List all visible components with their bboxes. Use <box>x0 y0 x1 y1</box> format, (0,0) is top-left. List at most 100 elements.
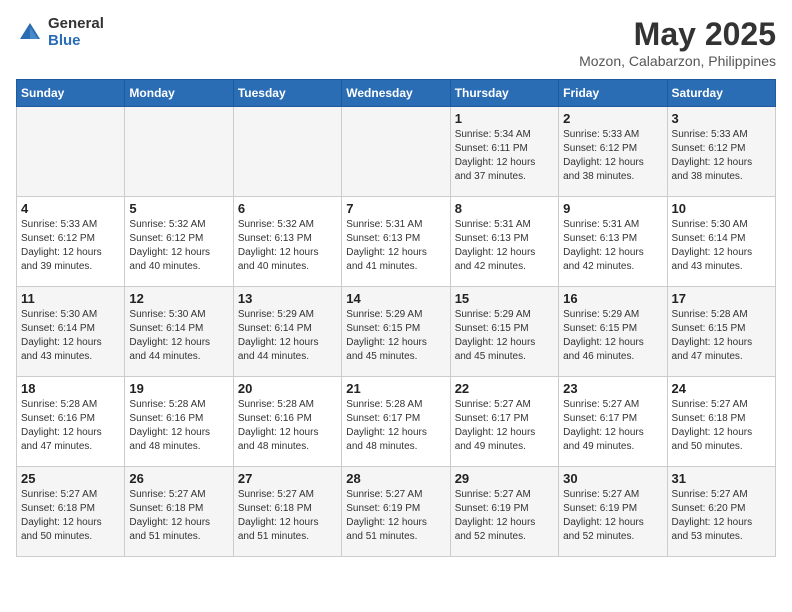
header-day: Thursday <box>450 80 558 107</box>
day-number: 3 <box>672 111 771 126</box>
day-info: Sunrise: 5:31 AM Sunset: 6:13 PM Dayligh… <box>346 218 445 274</box>
day-info: Sunrise: 5:33 AM Sunset: 6:12 PM Dayligh… <box>563 128 662 184</box>
day-number: 4 <box>21 201 120 216</box>
day-info: Sunrise: 5:27 AM Sunset: 6:18 PM Dayligh… <box>672 398 771 454</box>
calendar-cell: 12 Sunrise: 5:30 AM Sunset: 6:14 PM Dayli… <box>125 287 233 377</box>
calendar-cell: 18 Sunrise: 5:28 AM Sunset: 6:16 PM Dayli… <box>17 377 125 467</box>
day-info: Sunrise: 5:29 AM Sunset: 6:15 PM Dayligh… <box>563 308 662 364</box>
calendar-week: 11 Sunrise: 5:30 AM Sunset: 6:14 PM Dayli… <box>17 287 776 377</box>
calendar-body: 1Sunrise: 5:34 AM Sunset: 6:11 PM Daylig… <box>17 107 776 557</box>
day-info: Sunrise: 5:31 AM Sunset: 6:13 PM Dayligh… <box>563 218 662 274</box>
day-info: Sunrise: 5:30 AM Sunset: 6:14 PM Dayligh… <box>21 308 120 364</box>
day-number: 16 <box>563 291 662 306</box>
day-info: Sunrise: 5:34 AM Sunset: 6:11 PM Dayligh… <box>455 128 554 184</box>
day-number: 28 <box>346 471 445 486</box>
day-number: 26 <box>129 471 228 486</box>
day-number: 29 <box>455 471 554 486</box>
calendar-cell: 15 Sunrise: 5:29 AM Sunset: 6:15 PM Dayli… <box>450 287 558 377</box>
calendar-cell: 13 Sunrise: 5:29 AM Sunset: 6:14 PM Dayli… <box>233 287 341 377</box>
header-day: Monday <box>125 80 233 107</box>
day-info: Sunrise: 5:33 AM Sunset: 6:12 PM Dayligh… <box>672 128 771 184</box>
day-info: Sunrise: 5:28 AM Sunset: 6:16 PM Dayligh… <box>21 398 120 454</box>
day-number: 7 <box>346 201 445 216</box>
day-number: 8 <box>455 201 554 216</box>
day-info: Sunrise: 5:28 AM Sunset: 6:16 PM Dayligh… <box>129 398 228 454</box>
day-number: 18 <box>21 381 120 396</box>
header-day: Tuesday <box>233 80 341 107</box>
header-row: SundayMondayTuesdayWednesdayThursdayFrid… <box>17 80 776 107</box>
day-number: 5 <box>129 201 228 216</box>
logo-general: General <box>48 16 104 33</box>
day-number: 12 <box>129 291 228 306</box>
calendar-cell: 11 Sunrise: 5:30 AM Sunset: 6:14 PM Dayli… <box>17 287 125 377</box>
day-number: 9 <box>563 201 662 216</box>
day-number: 22 <box>455 381 554 396</box>
header: General Blue May 2025 Mozon, Calabarzon,… <box>16 16 776 69</box>
calendar-cell: 9 Sunrise: 5:31 AM Sunset: 6:13 PM Daylig… <box>559 197 667 287</box>
header-day: Sunday <box>17 80 125 107</box>
calendar-cell: 27 Sunrise: 5:27 AM Sunset: 6:18 PM Dayli… <box>233 467 341 557</box>
calendar-cell <box>233 107 341 197</box>
logo-text: General Blue <box>48 16 104 49</box>
day-info: Sunrise: 5:30 AM Sunset: 6:14 PM Dayligh… <box>672 218 771 274</box>
calendar-cell <box>342 107 450 197</box>
day-number: 10 <box>672 201 771 216</box>
calendar-cell: 1Sunrise: 5:34 AM Sunset: 6:11 PM Daylig… <box>450 107 558 197</box>
calendar-cell: 24Sunrise: 5:27 AM Sunset: 6:18 PM Dayli… <box>667 377 775 467</box>
day-info: Sunrise: 5:29 AM Sunset: 6:14 PM Dayligh… <box>238 308 337 364</box>
header-day: Saturday <box>667 80 775 107</box>
day-info: Sunrise: 5:29 AM Sunset: 6:15 PM Dayligh… <box>455 308 554 364</box>
day-info: Sunrise: 5:27 AM Sunset: 6:18 PM Dayligh… <box>129 488 228 544</box>
day-number: 31 <box>672 471 771 486</box>
calendar-cell: 31 Sunrise: 5:27 AM Sunset: 6:20 PM Dayli… <box>667 467 775 557</box>
logo: General Blue <box>16 16 104 49</box>
day-number: 15 <box>455 291 554 306</box>
day-info: Sunrise: 5:28 AM Sunset: 6:17 PM Dayligh… <box>346 398 445 454</box>
day-info: Sunrise: 5:28 AM Sunset: 6:15 PM Dayligh… <box>672 308 771 364</box>
day-info: Sunrise: 5:27 AM Sunset: 6:19 PM Dayligh… <box>563 488 662 544</box>
calendar-cell: 23Sunrise: 5:27 AM Sunset: 6:17 PM Dayli… <box>559 377 667 467</box>
calendar-cell: 28 Sunrise: 5:27 AM Sunset: 6:19 PM Dayli… <box>342 467 450 557</box>
calendar-cell: 21Sunrise: 5:28 AM Sunset: 6:17 PM Dayli… <box>342 377 450 467</box>
day-info: Sunrise: 5:27 AM Sunset: 6:18 PM Dayligh… <box>238 488 337 544</box>
calendar-cell <box>125 107 233 197</box>
calendar-cell: 14 Sunrise: 5:29 AM Sunset: 6:15 PM Dayli… <box>342 287 450 377</box>
day-number: 30 <box>563 471 662 486</box>
day-info: Sunrise: 5:31 AM Sunset: 6:13 PM Dayligh… <box>455 218 554 274</box>
day-info: Sunrise: 5:27 AM Sunset: 6:19 PM Dayligh… <box>455 488 554 544</box>
day-info: Sunrise: 5:28 AM Sunset: 6:16 PM Dayligh… <box>238 398 337 454</box>
day-info: Sunrise: 5:30 AM Sunset: 6:14 PM Dayligh… <box>129 308 228 364</box>
day-info: Sunrise: 5:32 AM Sunset: 6:13 PM Dayligh… <box>238 218 337 274</box>
calendar-cell: 26 Sunrise: 5:27 AM Sunset: 6:18 PM Dayli… <box>125 467 233 557</box>
day-info: Sunrise: 5:29 AM Sunset: 6:15 PM Dayligh… <box>346 308 445 364</box>
calendar-cell: 7 Sunrise: 5:31 AM Sunset: 6:13 PM Daylig… <box>342 197 450 287</box>
subtitle: Mozon, Calabarzon, Philippines <box>579 53 776 69</box>
day-number: 27 <box>238 471 337 486</box>
calendar-cell: 25 Sunrise: 5:27 AM Sunset: 6:18 PM Dayli… <box>17 467 125 557</box>
calendar-cell: 6Sunrise: 5:32 AM Sunset: 6:13 PM Daylig… <box>233 197 341 287</box>
day-number: 14 <box>346 291 445 306</box>
day-info: Sunrise: 5:33 AM Sunset: 6:12 PM Dayligh… <box>21 218 120 274</box>
day-number: 19 <box>129 381 228 396</box>
day-info: Sunrise: 5:27 AM Sunset: 6:17 PM Dayligh… <box>455 398 554 454</box>
calendar-table: SundayMondayTuesdayWednesdayThursdayFrid… <box>16 79 776 557</box>
header-day: Friday <box>559 80 667 107</box>
calendar-cell: 4 Sunrise: 5:33 AM Sunset: 6:12 PM Daylig… <box>17 197 125 287</box>
calendar-cell: 20 Sunrise: 5:28 AM Sunset: 6:16 PM Dayli… <box>233 377 341 467</box>
day-info: Sunrise: 5:27 AM Sunset: 6:18 PM Dayligh… <box>21 488 120 544</box>
day-info: Sunrise: 5:27 AM Sunset: 6:20 PM Dayligh… <box>672 488 771 544</box>
calendar-cell: 17Sunrise: 5:28 AM Sunset: 6:15 PM Dayli… <box>667 287 775 377</box>
day-number: 13 <box>238 291 337 306</box>
calendar-cell: 8 Sunrise: 5:31 AM Sunset: 6:13 PM Daylig… <box>450 197 558 287</box>
calendar-week: 18 Sunrise: 5:28 AM Sunset: 6:16 PM Dayli… <box>17 377 776 467</box>
calendar-cell: 10 Sunrise: 5:30 AM Sunset: 6:14 PM Dayli… <box>667 197 775 287</box>
day-info: Sunrise: 5:27 AM Sunset: 6:19 PM Dayligh… <box>346 488 445 544</box>
calendar-week: 25 Sunrise: 5:27 AM Sunset: 6:18 PM Dayli… <box>17 467 776 557</box>
header-day: Wednesday <box>342 80 450 107</box>
day-number: 11 <box>21 291 120 306</box>
day-number: 25 <box>21 471 120 486</box>
logo-icon <box>16 19 44 47</box>
day-info: Sunrise: 5:27 AM Sunset: 6:17 PM Dayligh… <box>563 398 662 454</box>
day-number: 20 <box>238 381 337 396</box>
calendar-cell: 3 Sunrise: 5:33 AM Sunset: 6:12 PM Daylig… <box>667 107 775 197</box>
